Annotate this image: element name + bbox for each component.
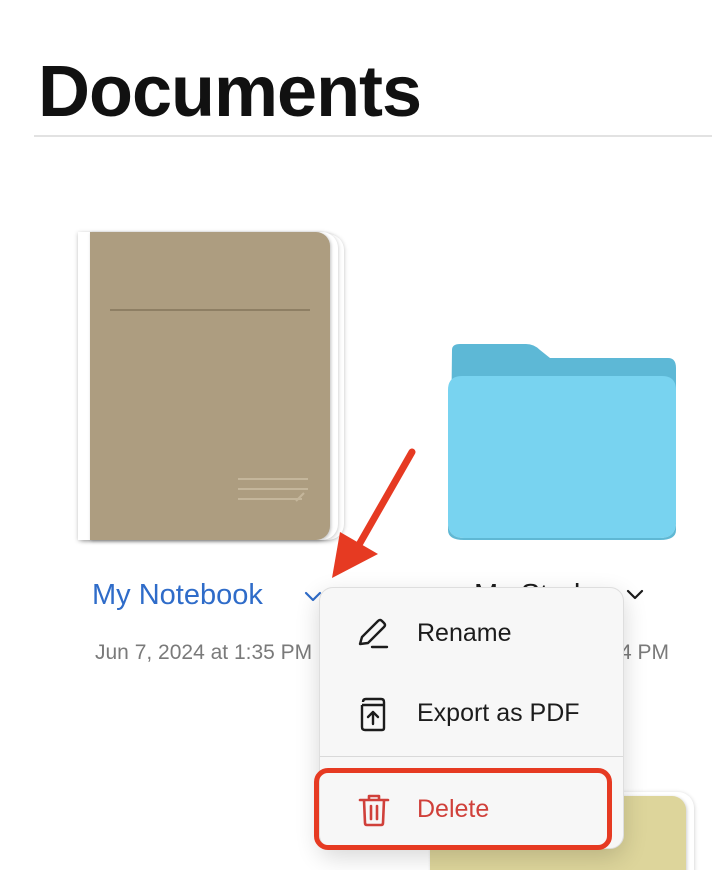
item-name-notebook[interactable]: My Notebook: [92, 578, 263, 612]
chevron-down-icon[interactable]: [624, 583, 646, 605]
title-divider: [34, 135, 712, 137]
folder-icon[interactable]: [446, 340, 678, 540]
item-date-notebook: Jun 7, 2024 at 1:35 PM: [95, 641, 313, 664]
export-pdf-icon: [360, 697, 386, 732]
export-pdf-label: Export as PDF: [417, 699, 580, 727]
rename-label: Rename: [417, 619, 512, 647]
cover-label-line: [238, 478, 308, 480]
cover-label-line: [238, 498, 302, 500]
page-title: Documents: [38, 52, 422, 132]
rename-menu-item[interactable]: Rename: [320, 596, 623, 666]
annotation-arrow-icon: [332, 448, 416, 578]
menu-divider: [320, 756, 623, 757]
cover-title-line: [110, 309, 310, 311]
cover-label-line: [238, 488, 308, 490]
delete-highlight-box: [314, 768, 612, 850]
documents-page: Documents My Notebook Jun 7, 2024 at 1:3…: [0, 0, 712, 870]
item-date-folder: 4 PM: [620, 641, 670, 664]
pencil-icon: [358, 618, 389, 649]
pencil-mark-icon: [295, 492, 305, 502]
notebook-cover: [90, 232, 330, 540]
export-pdf-menu-item[interactable]: Export as PDF: [320, 676, 623, 746]
notebook-thumbnail[interactable]: [78, 230, 346, 542]
